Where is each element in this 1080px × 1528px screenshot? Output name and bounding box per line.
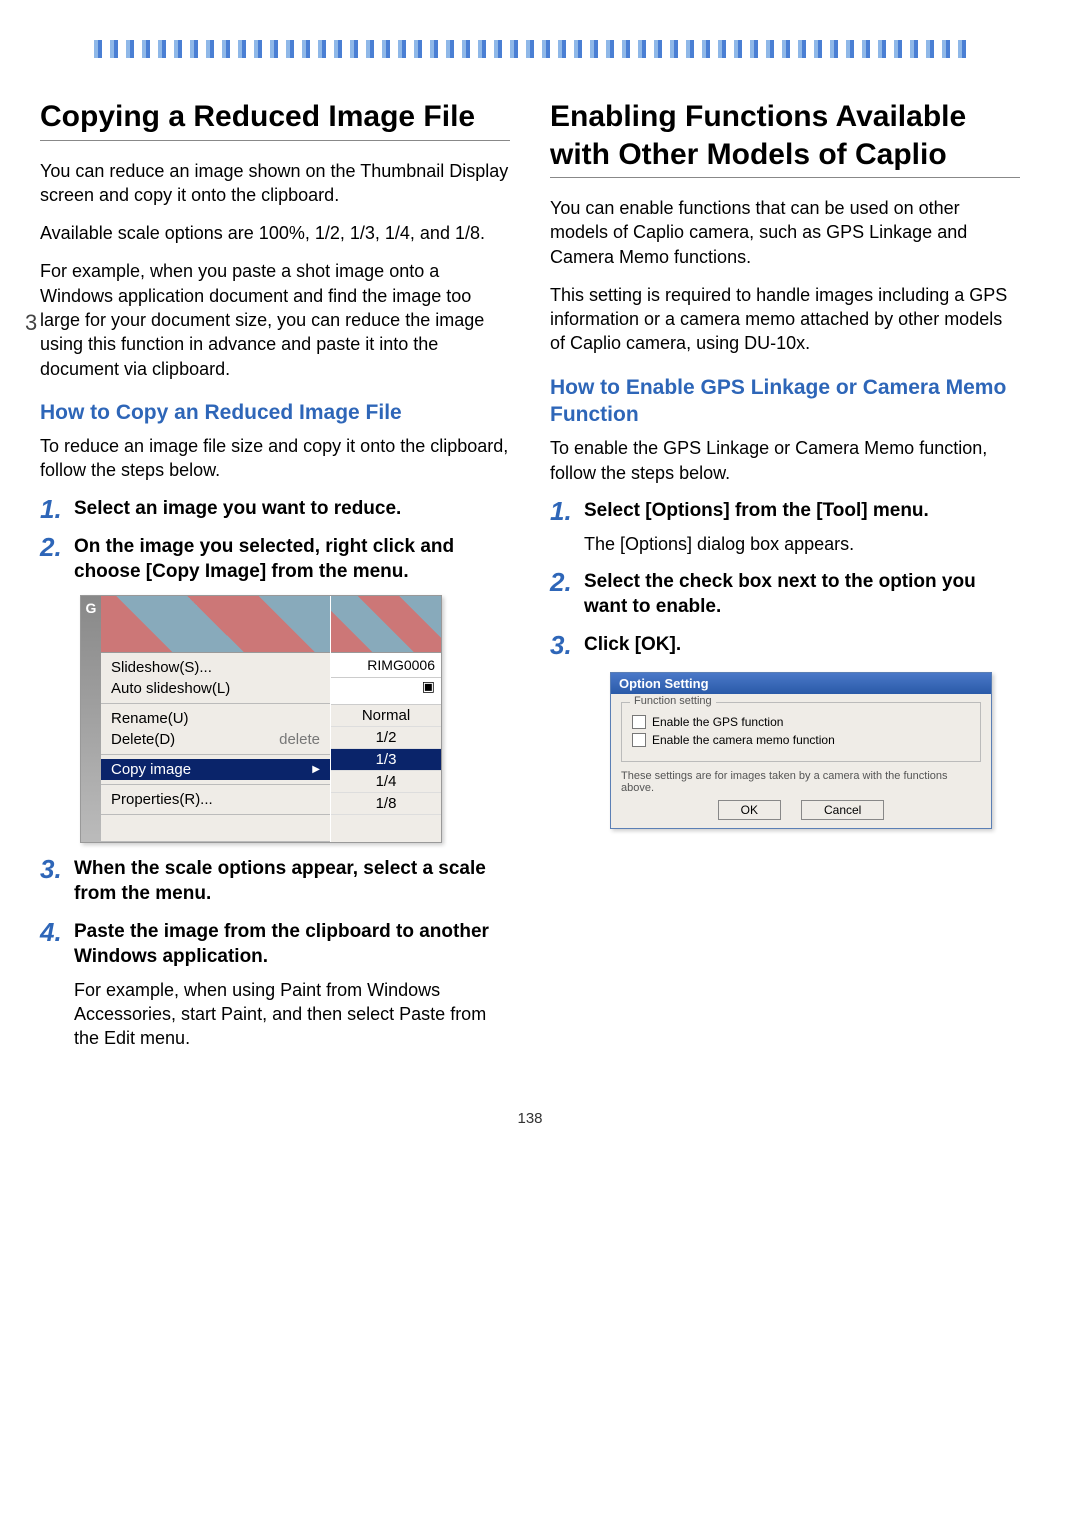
dialog-note: These settings are for images taken by a… — [621, 768, 981, 800]
scale-submenu: RIMG0006 ▣ Normal 1/2 1/3 1/4 1/8 — [331, 596, 441, 842]
left-p3: For example, when you paste a shot image… — [40, 259, 510, 380]
dialog-title: Option Setting — [611, 673, 991, 694]
heading-underline — [40, 140, 510, 141]
step-number: 2. — [40, 531, 62, 565]
right-step-3: 3. Click [OK]. — [550, 633, 1020, 658]
right-column: Enabling Functions Available with Other … — [550, 88, 1020, 1060]
copy-image-menu-figure: G Slideshow(S)... Auto slideshow(L) Rena… — [80, 595, 442, 843]
right-steps: 1. Select [Options] from the [Tool] menu… — [550, 499, 1020, 658]
step-text: When the scale options appear, select a … — [74, 858, 486, 904]
scale-option-third[interactable]: 1/3 — [331, 749, 441, 771]
right-p1: You can enable functions that can be use… — [550, 196, 1020, 269]
context-menu: Slideshow(S)... Auto slideshow(L) Rename… — [101, 596, 331, 842]
group-legend: Function setting — [630, 695, 716, 707]
right-heading: Enabling Functions Available with Other … — [550, 98, 1020, 173]
scale-option-quarter[interactable]: 1/4 — [331, 771, 441, 793]
ok-button[interactable]: OK — [718, 800, 781, 820]
menu-item-rename[interactable]: Rename(U) — [101, 708, 330, 729]
checkbox-icon — [632, 733, 646, 747]
step-body: The [Options] dialog box appears. — [584, 532, 1020, 556]
step-text: Select the check box next to the option … — [584, 571, 976, 617]
step-text: On the image you selected, right click a… — [74, 536, 454, 582]
left-steps-continued: 3. When the scale options appear, select… — [40, 857, 510, 1051]
cancel-button[interactable]: Cancel — [801, 800, 884, 820]
left-subheading: How to Copy an Reduced Image File — [40, 399, 510, 426]
right-p2: This setting is required to handle image… — [550, 283, 1020, 356]
left-step-3: 3. When the scale options appear, select… — [40, 857, 510, 906]
left-step-2: 2. On the image you selected, right clic… — [40, 535, 510, 584]
checkbox-label: Enable the GPS function — [652, 715, 783, 729]
left-column: Copying a Reduced Image File You can red… — [40, 88, 510, 1060]
section-number: 3 — [25, 310, 37, 336]
step-number: 3. — [40, 853, 62, 887]
left-p4: To reduce an image file size and copy it… — [40, 434, 510, 483]
menu-item-properties[interactable]: Properties(R)... — [101, 789, 330, 810]
left-step-4: 4. Paste the image from the clipboard to… — [40, 920, 510, 1050]
step-text: Select an image you want to reduce. — [74, 498, 401, 519]
scale-option-half[interactable]: 1/2 — [331, 727, 441, 749]
step-text: Select [Options] from the [Tool] menu. — [584, 500, 929, 521]
menu-item-delete[interactable]: Delete(D) delete — [101, 729, 330, 750]
thumbnail-image — [331, 596, 441, 653]
right-step-2: 2. Select the check box next to the opti… — [550, 570, 1020, 619]
step-number: 2. — [550, 566, 572, 600]
menu-item-copy-image[interactable]: Copy image ▶ — [101, 759, 330, 780]
right-step-1: 1. Select [Options] from the [Tool] menu… — [550, 499, 1020, 556]
left-steps: 1. Select an image you want to reduce. 2… — [40, 497, 510, 585]
step-text: Click [OK]. — [584, 634, 681, 655]
fig1-sidebar: G — [81, 596, 101, 842]
function-setting-group: Function setting Enable the GPS function… — [621, 702, 981, 762]
left-p2: Available scale options are 100%, 1/2, 1… — [40, 221, 510, 245]
scale-option-normal[interactable]: Normal — [331, 705, 441, 727]
thumbnail-strip — [101, 596, 330, 653]
checkbox-label: Enable the camera memo function — [652, 733, 835, 747]
heading-underline — [550, 177, 1020, 178]
page-top-border — [90, 40, 970, 58]
checkbox-enable-gps[interactable]: Enable the GPS function — [632, 715, 970, 729]
step-number: 1. — [40, 493, 62, 527]
step-text: Paste the image from the clipboard to an… — [74, 921, 489, 967]
checkbox-icon — [632, 715, 646, 729]
image-filename: RIMG0006 — [331, 653, 441, 678]
right-subheading: How to Enable GPS Linkage or Camera Memo… — [550, 374, 1020, 429]
step-number: 3. — [550, 629, 572, 663]
step-body: For example, when using Paint from Windo… — [74, 978, 510, 1051]
scale-option-eighth[interactable]: 1/8 — [331, 793, 441, 815]
right-p3: To enable the GPS Linkage or Camera Memo… — [550, 436, 1020, 485]
page-number: 138 — [40, 1110, 1020, 1127]
step-number: 1. — [550, 495, 572, 529]
left-heading: Copying a Reduced Image File — [40, 98, 510, 136]
menu-item-slideshow[interactable]: Slideshow(S)... — [101, 657, 330, 678]
checkbox-enable-memo[interactable]: Enable the camera memo function — [632, 733, 970, 747]
left-step-1: 1. Select an image you want to reduce. — [40, 497, 510, 522]
step-number: 4. — [40, 916, 62, 950]
image-thumb-icon: ▣ — [331, 678, 441, 705]
menu-item-auto-slideshow[interactable]: Auto slideshow(L) — [101, 678, 330, 699]
left-p1: You can reduce an image shown on the Thu… — [40, 159, 510, 208]
submenu-arrow-icon: ▶ — [312, 764, 320, 775]
option-setting-dialog: Option Setting Function setting Enable t… — [610, 672, 992, 829]
